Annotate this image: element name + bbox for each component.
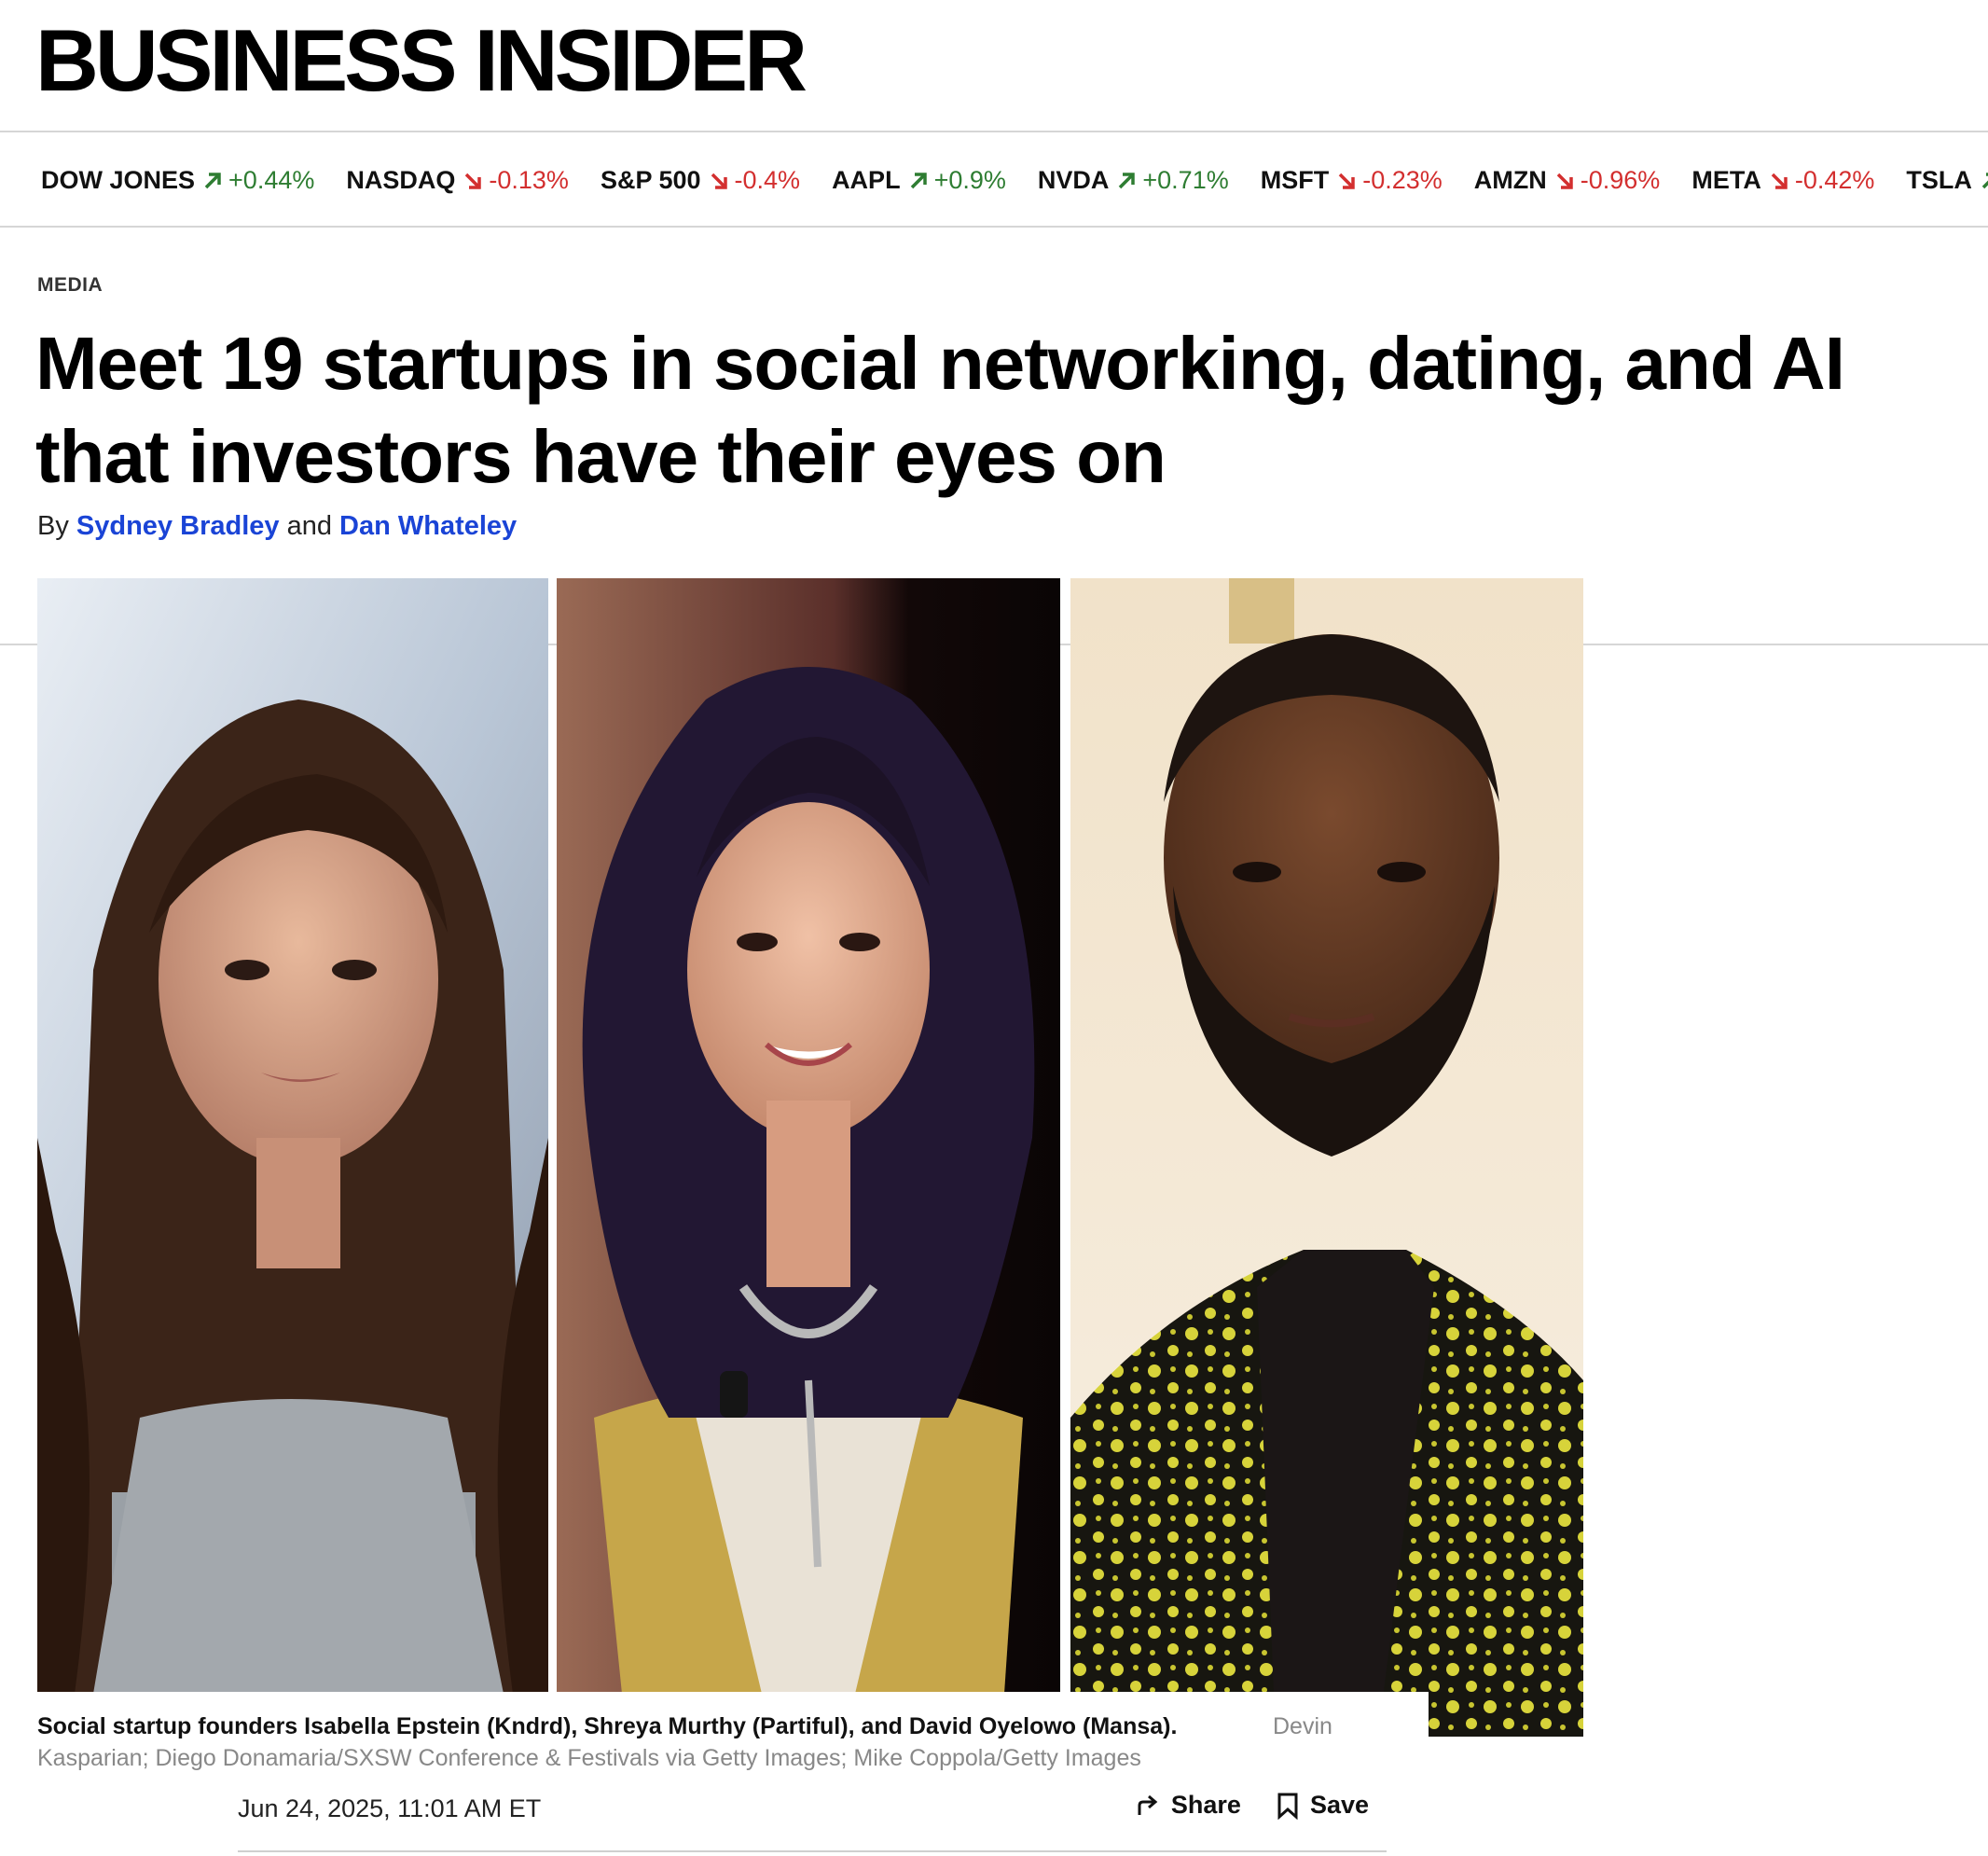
author-link-dan-whateley[interactable]: Dan Whateley xyxy=(339,511,517,541)
ticker-symbol: AAPL xyxy=(832,166,901,194)
ticker-change: +0.71% xyxy=(1142,166,1229,194)
ticker-item[interactable]: NASDAQ -0.13% xyxy=(346,166,569,195)
ticker-change: +0.44% xyxy=(228,166,315,194)
caption-text: Social startup founders Isabella Epstein… xyxy=(37,1713,1178,1739)
ticker-item[interactable]: NVDA +0.71% xyxy=(1038,166,1229,195)
article-actions: Share Save xyxy=(1098,1791,1369,1820)
ticker-item[interactable]: AAPL +0.9% xyxy=(832,166,1006,195)
arrow-up-right-icon xyxy=(1981,172,1988,188)
ticker-divider xyxy=(0,226,1988,228)
ticker-change: -0.4% xyxy=(734,166,801,194)
ticker-item[interactable]: MSFT -0.23% xyxy=(1261,166,1443,195)
footer-divider xyxy=(238,1850,1387,1852)
arrow-down-right-icon xyxy=(1556,173,1573,189)
bookmark-icon xyxy=(1277,1793,1298,1820)
portrait-right-photo xyxy=(1070,578,1583,1737)
ticker-item[interactable]: S&P 500 -0.4% xyxy=(601,166,800,195)
share-label: Share xyxy=(1170,1791,1241,1819)
ticker-symbol: NVDA xyxy=(1037,166,1110,194)
share-button[interactable]: Share xyxy=(1134,1791,1241,1820)
ticker-change: -0.96% xyxy=(1580,166,1661,194)
arrow-down-right-icon xyxy=(1338,173,1355,189)
ticker-item[interactable]: TSLA+1.21 xyxy=(1906,166,1988,195)
arrow-up-right-icon xyxy=(910,172,927,188)
author-link-sydney-bradley[interactable]: Sydney Bradley xyxy=(76,511,280,541)
ticker-symbol: MSFT xyxy=(1260,166,1330,194)
ticker-change: -0.23% xyxy=(1362,166,1443,194)
arrow-down-right-icon xyxy=(711,173,727,189)
share-icon xyxy=(1138,1794,1158,1815)
image-caption: Social startup founders Isabella Epstein… xyxy=(37,1711,1399,1774)
save-button[interactable]: Save xyxy=(1277,1791,1369,1820)
photo-credit-line2: Kasparian; Diego Donamaria/SXSW Conferen… xyxy=(37,1745,1141,1771)
ticker-symbol: AMZN xyxy=(1473,166,1547,194)
ticker-symbol: META xyxy=(1691,166,1761,194)
ticker-change: -0.13% xyxy=(489,166,569,194)
photo-credit-line1: Devin xyxy=(1273,1713,1332,1739)
byline: By Sydney Bradley and Dan Whateley xyxy=(37,511,517,542)
header-divider xyxy=(0,131,1988,132)
hero-image xyxy=(37,578,1583,1737)
ticker-symbol: DOW JONES xyxy=(41,166,196,194)
ticker-item[interactable]: DOW JONES +0.44% xyxy=(41,166,314,195)
ticker-item[interactable]: AMZN -0.96% xyxy=(1474,166,1661,195)
portrait-middle-photo xyxy=(557,578,1060,1694)
byline-conjunction: and xyxy=(286,511,332,541)
section-label[interactable]: MEDIA xyxy=(37,274,103,297)
market-ticker: DOW JONES +0.44% NASDAQ -0.13% S&P 500 -0.4% A… xyxy=(41,166,1988,195)
byline-prefix: By xyxy=(37,511,69,541)
article-headline: Meet 19 startups in social networking, d… xyxy=(35,322,1845,498)
publish-date: Jun 24, 2025, 11:01 AM ET xyxy=(238,1794,542,1822)
arrow-up-right-icon xyxy=(1119,172,1136,188)
site-logo[interactable]: BUSINESS INSIDER xyxy=(35,17,808,104)
arrow-down-right-icon xyxy=(1771,173,1788,189)
arrow-down-right-icon xyxy=(465,173,482,189)
ticker-symbol: TSLA xyxy=(1906,166,1972,194)
ticker-symbol: S&P 500 xyxy=(600,166,701,194)
save-label: Save xyxy=(1309,1791,1369,1819)
ticker-item[interactable]: META -0.42% xyxy=(1691,166,1874,195)
ticker-symbol: NASDAQ xyxy=(346,166,456,194)
ticker-change: +0.9% xyxy=(933,166,1006,194)
arrow-up-right-icon xyxy=(204,172,221,188)
ticker-change: -0.42% xyxy=(1794,166,1875,194)
portrait-left-photo xyxy=(37,578,548,1694)
